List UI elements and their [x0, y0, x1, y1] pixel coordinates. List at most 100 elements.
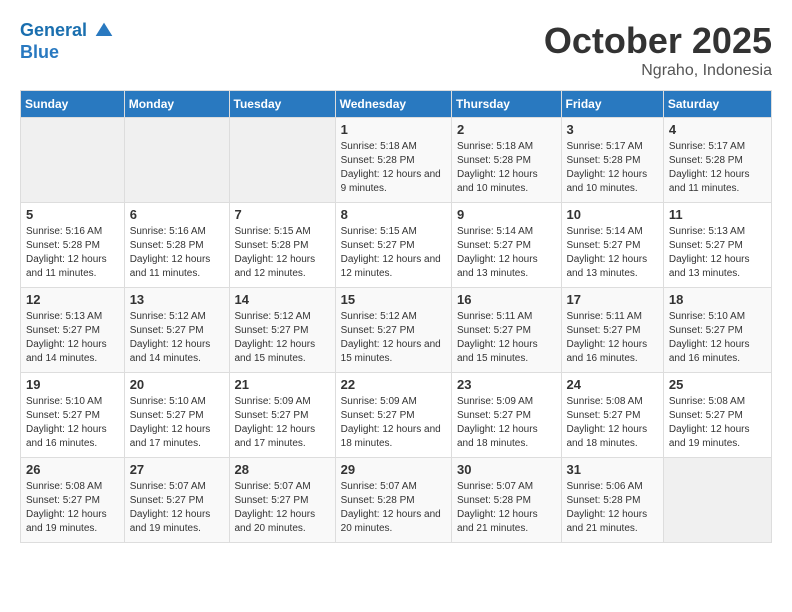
- day-info: Sunrise: 5:17 AMSunset: 5:28 PMDaylight:…: [567, 140, 658, 196]
- week-row-1: 5 Sunrise: 5:16 AMSunset: 5:28 PMDaylight…: [21, 203, 772, 288]
- calendar-table: SundayMondayTuesdayWednesdayThursdayFrid…: [20, 90, 772, 543]
- day-info: Sunrise: 5:07 AMSunset: 5:28 PMDaylight:…: [457, 480, 556, 536]
- day-info: Sunrise: 5:13 AMSunset: 5:27 PMDaylight:…: [669, 225, 766, 281]
- calendar-cell: 29 Sunrise: 5:07 AMSunset: 5:28 PMDayligh…: [335, 458, 451, 543]
- day-number: 16: [457, 292, 556, 307]
- day-number: 26: [26, 462, 119, 477]
- calendar-cell: 4 Sunrise: 5:17 AMSunset: 5:28 PMDaylight…: [663, 118, 771, 203]
- logo-blue: Blue: [20, 42, 59, 62]
- day-number: 25: [669, 377, 766, 392]
- calendar-cell: [21, 118, 125, 203]
- day-info: Sunrise: 5:15 AMSunset: 5:28 PMDaylight:…: [235, 225, 330, 281]
- day-info: Sunrise: 5:14 AMSunset: 5:27 PMDaylight:…: [457, 225, 556, 281]
- day-info: Sunrise: 5:10 AMSunset: 5:27 PMDaylight:…: [669, 310, 766, 366]
- calendar-cell: [663, 458, 771, 543]
- day-number: 10: [567, 207, 658, 222]
- calendar-cell: 24 Sunrise: 5:08 AMSunset: 5:27 PMDayligh…: [561, 373, 663, 458]
- page-header: General Blue October 2025 Ngraho, Indone…: [20, 20, 772, 80]
- calendar-cell: 8Sunrise: 5:15 AMSunset: 5:27 PMDaylight…: [335, 203, 451, 288]
- title-block: October 2025 Ngraho, Indonesia: [544, 20, 772, 80]
- calendar-cell: 20 Sunrise: 5:10 AMSunset: 5:27 PMDayligh…: [124, 373, 229, 458]
- calendar-cell: 25Sunrise: 5:08 AMSunset: 5:27 PMDayligh…: [663, 373, 771, 458]
- day-number: 4: [669, 122, 766, 137]
- calendar-cell: 21Sunrise: 5:09 AMSunset: 5:27 PMDayligh…: [229, 373, 335, 458]
- day-number: 7: [235, 207, 330, 222]
- calendar-cell: 27 Sunrise: 5:07 AMSunset: 5:27 PMDayligh…: [124, 458, 229, 543]
- day-number: 28: [235, 462, 330, 477]
- day-info: Sunrise: 5:09 AMSunset: 5:27 PMDaylight:…: [235, 395, 330, 451]
- day-info: Sunrise: 5:13 AMSunset: 5:27 PMDaylight:…: [26, 310, 119, 366]
- day-info: Sunrise: 5:17 AMSunset: 5:28 PMDaylight:…: [669, 140, 766, 196]
- weekday-header-thursday: Thursday: [451, 91, 561, 118]
- day-info: Sunrise: 5:10 AMSunset: 5:27 PMDaylight:…: [130, 395, 224, 451]
- day-info: Sunrise: 5:06 AMSunset: 5:28 PMDaylight:…: [567, 480, 658, 536]
- calendar-cell: 15Sunrise: 5:12 AMSunset: 5:27 PMDayligh…: [335, 288, 451, 373]
- calendar-cell: 31 Sunrise: 5:06 AMSunset: 5:28 PMDayligh…: [561, 458, 663, 543]
- day-info: Sunrise: 5:12 AMSunset: 5:27 PMDaylight:…: [235, 310, 330, 366]
- day-number: 17: [567, 292, 658, 307]
- day-info: Sunrise: 5:07 AMSunset: 5:27 PMDaylight:…: [130, 480, 224, 536]
- logo-text: General Blue: [20, 20, 114, 63]
- day-number: 3: [567, 122, 658, 137]
- day-number: 29: [341, 462, 446, 477]
- calendar-cell: 30 Sunrise: 5:07 AMSunset: 5:28 PMDayligh…: [451, 458, 561, 543]
- day-info: Sunrise: 5:11 AMSunset: 5:27 PMDaylight:…: [457, 310, 556, 366]
- day-info: Sunrise: 5:12 AMSunset: 5:27 PMDaylight:…: [130, 310, 224, 366]
- calendar-cell: 12 Sunrise: 5:13 AMSunset: 5:27 PMDayligh…: [21, 288, 125, 373]
- day-number: 18: [669, 292, 766, 307]
- calendar-cell: 26 Sunrise: 5:08 AMSunset: 5:27 PMDayligh…: [21, 458, 125, 543]
- calendar-cell: 2Sunrise: 5:18 AMSunset: 5:28 PMDaylight…: [451, 118, 561, 203]
- day-info: Sunrise: 5:14 AMSunset: 5:27 PMDaylight:…: [567, 225, 658, 281]
- day-number: 14: [235, 292, 330, 307]
- week-row-2: 12 Sunrise: 5:13 AMSunset: 5:27 PMDayligh…: [21, 288, 772, 373]
- day-number: 2: [457, 122, 556, 137]
- week-row-0: 1 Sunrise: 5:18 AMSunset: 5:28 PMDaylight…: [21, 118, 772, 203]
- weekday-header-row: SundayMondayTuesdayWednesdayThursdayFrid…: [21, 91, 772, 118]
- calendar-cell: 10 Sunrise: 5:14 AMSunset: 5:27 PMDayligh…: [561, 203, 663, 288]
- day-info: Sunrise: 5:08 AMSunset: 5:27 PMDaylight:…: [26, 480, 119, 536]
- day-info: Sunrise: 5:16 AMSunset: 5:28 PMDaylight:…: [130, 225, 224, 281]
- day-info: Sunrise: 5:10 AMSunset: 5:27 PMDaylight:…: [26, 395, 119, 451]
- calendar-cell: 22 Sunrise: 5:09 AMSunset: 5:27 PMDayligh…: [335, 373, 451, 458]
- day-info: Sunrise: 5:18 AMSunset: 5:28 PMDaylight:…: [341, 140, 446, 196]
- day-info: Sunrise: 5:09 AMSunset: 5:27 PMDaylight:…: [457, 395, 556, 451]
- day-number: 1: [341, 122, 446, 137]
- calendar-cell: 28 Sunrise: 5:07 AMSunset: 5:27 PMDayligh…: [229, 458, 335, 543]
- calendar-cell: 16 Sunrise: 5:11 AMSunset: 5:27 PMDayligh…: [451, 288, 561, 373]
- logo-general: General: [20, 20, 87, 40]
- calendar-cell: 9 Sunrise: 5:14 AMSunset: 5:27 PMDaylight…: [451, 203, 561, 288]
- day-number: 30: [457, 462, 556, 477]
- day-number: 22: [341, 377, 446, 392]
- day-info: Sunrise: 5:09 AMSunset: 5:27 PMDaylight:…: [341, 395, 446, 451]
- week-row-3: 19Sunrise: 5:10 AMSunset: 5:27 PMDayligh…: [21, 373, 772, 458]
- calendar-cell: 11 Sunrise: 5:13 AMSunset: 5:27 PMDayligh…: [663, 203, 771, 288]
- day-number: 13: [130, 292, 224, 307]
- month-title: October 2025: [544, 20, 772, 62]
- logo: General Blue: [20, 20, 114, 63]
- day-number: 11: [669, 207, 766, 222]
- calendar-cell: 6Sunrise: 5:16 AMSunset: 5:28 PMDaylight…: [124, 203, 229, 288]
- calendar-cell: [229, 118, 335, 203]
- day-info: Sunrise: 5:12 AMSunset: 5:27 PMDaylight:…: [341, 310, 446, 366]
- day-number: 9: [457, 207, 556, 222]
- day-number: 27: [130, 462, 224, 477]
- day-number: 12: [26, 292, 119, 307]
- day-number: 8: [341, 207, 446, 222]
- day-number: 24: [567, 377, 658, 392]
- calendar-cell: [124, 118, 229, 203]
- calendar-cell: 23 Sunrise: 5:09 AMSunset: 5:27 PMDayligh…: [451, 373, 561, 458]
- day-number: 5: [26, 207, 119, 222]
- day-info: Sunrise: 5:07 AMSunset: 5:28 PMDaylight:…: [341, 480, 446, 536]
- calendar-cell: 14 Sunrise: 5:12 AMSunset: 5:27 PMDayligh…: [229, 288, 335, 373]
- calendar-cell: 3 Sunrise: 5:17 AMSunset: 5:28 PMDaylight…: [561, 118, 663, 203]
- day-info: Sunrise: 5:08 AMSunset: 5:27 PMDaylight:…: [567, 395, 658, 451]
- day-number: 31: [567, 462, 658, 477]
- weekday-header-tuesday: Tuesday: [229, 91, 335, 118]
- calendar-cell: 7 Sunrise: 5:15 AMSunset: 5:28 PMDaylight…: [229, 203, 335, 288]
- weekday-header-saturday: Saturday: [663, 91, 771, 118]
- day-number: 23: [457, 377, 556, 392]
- day-number: 20: [130, 377, 224, 392]
- day-info: Sunrise: 5:07 AMSunset: 5:27 PMDaylight:…: [235, 480, 330, 536]
- weekday-header-monday: Monday: [124, 91, 229, 118]
- day-info: Sunrise: 5:11 AMSunset: 5:27 PMDaylight:…: [567, 310, 658, 366]
